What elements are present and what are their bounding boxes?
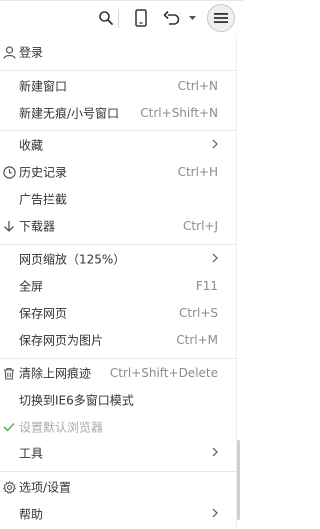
clock-icon <box>2 165 16 179</box>
chevron-right-icon <box>212 138 218 152</box>
menu-label-zoom: 网页缩放（125%） <box>19 252 126 267</box>
menu-item-favorites[interactable]: 收藏 <box>0 132 236 158</box>
menu-shortcut-clear-traces: Ctrl+Shift+Delete <box>109 366 218 380</box>
menu-label-ie6-mode: 切换到IE6多窗口模式 <box>19 393 134 408</box>
menu-item-save-as-image[interactable]: 保存网页为图片 Ctrl+M <box>0 327 236 353</box>
menu-item-new-private-window[interactable]: 新建无痕/小号窗口 Ctrl+Shift+N <box>0 100 236 126</box>
menu-separator <box>0 244 236 245</box>
menu-label-fullscreen: 全屏 <box>19 279 44 294</box>
menu-label-options: 选项/设置 <box>19 480 72 495</box>
menu-label-history: 历史记录 <box>19 165 68 180</box>
trash-icon <box>2 366 16 380</box>
menu-shortcut-save-as-image: Ctrl+M <box>176 333 218 347</box>
menu-separator <box>0 70 236 71</box>
menu-item-help[interactable]: 帮助 <box>0 501 236 527</box>
menu-item-options[interactable]: 选项/设置 <box>0 474 236 500</box>
chevron-right-icon <box>212 252 218 266</box>
undo-icon[interactable] <box>161 6 183 30</box>
menu-label-login: 登录 <box>19 45 44 60</box>
menu-label-save-page: 保存网页 <box>19 306 68 321</box>
menu-separator <box>0 358 236 359</box>
menu-item-set-default-browser: 设置默认浏览器 <box>0 414 236 440</box>
download-arrow-icon <box>2 219 16 233</box>
menu-separator <box>0 471 236 472</box>
menu-item-clear-traces[interactable]: 清除上网痕迹 Ctrl+Shift+Delete <box>0 360 236 386</box>
toolbar-top-border <box>0 0 243 1</box>
menu-label-clear-traces: 清除上网痕迹 <box>19 366 92 381</box>
menu-shortcut-fullscreen: F11 <box>195 279 218 293</box>
toolbar-divider <box>118 9 119 28</box>
menu-item-login[interactable]: 登录 <box>0 39 236 65</box>
menu-shortcut-new-window: Ctrl+N <box>177 79 218 93</box>
menu-item-ie6-mode[interactable]: 切换到IE6多窗口模式 <box>0 387 236 413</box>
menu-separator <box>0 130 236 131</box>
menu-label-tools: 工具 <box>19 446 44 461</box>
menu-item-save-page[interactable]: 保存网页 Ctrl+S <box>0 300 236 326</box>
menu-label-downloads: 下载器 <box>19 219 56 234</box>
menu-shortcut-new-private-window: Ctrl+Shift+N <box>140 106 218 120</box>
menu-label-new-window: 新建窗口 <box>19 79 68 94</box>
menu-label-set-default-browser: 设置默认浏览器 <box>19 420 104 435</box>
menu-label-ad-block: 广告拦截 <box>19 192 68 207</box>
main-menu: 登录 新建窗口 Ctrl+N 新建无痕/小号窗口 Ctrl+Shift+N 收藏… <box>0 36 236 529</box>
browser-toolbar <box>0 0 243 36</box>
checkmark-icon <box>2 420 16 434</box>
menu-label-help: 帮助 <box>19 507 44 522</box>
undo-dropdown-icon[interactable] <box>187 6 197 30</box>
menu-item-tools[interactable]: 工具 <box>0 440 236 466</box>
menu-item-fullscreen[interactable]: 全屏 F11 <box>0 273 236 299</box>
menu-label-new-private-window: 新建无痕/小号窗口 <box>19 106 120 121</box>
chevron-right-icon <box>212 446 218 460</box>
menu-label-favorites: 收藏 <box>19 138 44 153</box>
menu-item-ad-block[interactable]: 广告拦截 <box>0 186 236 212</box>
menu-item-zoom[interactable]: 网页缩放（125%） <box>0 246 236 272</box>
gear-icon <box>2 480 16 494</box>
chevron-right-icon <box>212 507 218 521</box>
menu-label-save-as-image: 保存网页为图片 <box>19 333 104 348</box>
user-icon <box>2 45 16 59</box>
menu-item-history[interactable]: 历史记录 Ctrl+H <box>0 159 236 185</box>
menu-shortcut-history: Ctrl+H <box>177 165 218 179</box>
menu-shortcut-save-page: Ctrl+S <box>178 306 218 320</box>
mobile-icon[interactable] <box>130 6 152 30</box>
menu-shortcut-downloads: Ctrl+J <box>183 219 218 233</box>
search-icon[interactable] <box>95 6 117 30</box>
menu-item-new-window[interactable]: 新建窗口 Ctrl+N <box>0 73 236 99</box>
hamburger-menu-icon[interactable] <box>207 4 235 32</box>
menu-scrollbar-thumb[interactable] <box>237 440 240 520</box>
menu-item-downloads[interactable]: 下载器 Ctrl+J <box>0 213 236 239</box>
